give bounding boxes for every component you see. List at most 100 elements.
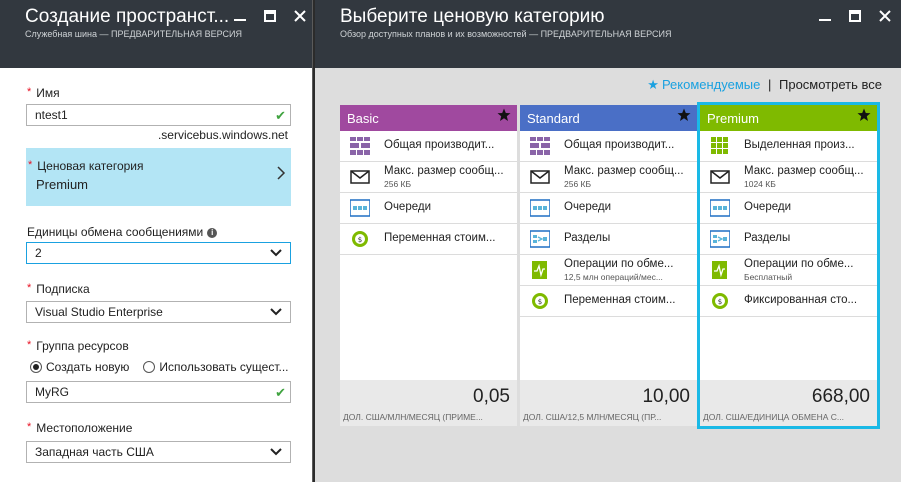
radio-create-new[interactable]: Создать новую [30, 360, 129, 374]
feature-text: Выделенная произ... [744, 139, 855, 151]
coin-icon: $ [530, 292, 550, 310]
feature-row: Разделы [700, 224, 877, 255]
mail-icon [530, 168, 550, 186]
checkmark-icon: ✔ [275, 108, 286, 123]
messaging-units-select[interactable]: 2 [26, 242, 291, 264]
location-select[interactable]: Западная часть США [26, 441, 291, 463]
feature-row: Очереди [700, 193, 877, 224]
blade-title: Создание пространст... [25, 6, 230, 27]
feature-text: Макс. размер сообщ... [564, 165, 684, 177]
maximize-icon[interactable] [847, 8, 863, 24]
resource-group-options: Создать новую Использовать сущест... [30, 360, 289, 374]
feature-row: Разделы [520, 224, 697, 255]
pricing-card-premium[interactable]: Premium Выделенная произ... Макс. размер с… [697, 102, 880, 429]
feature-row: Очереди [520, 193, 697, 224]
pricing-tier-value: Premium [36, 177, 89, 192]
location-label: * Местоположение [27, 421, 133, 435]
feature-text: Общая производит... [384, 139, 495, 151]
window-controls [232, 8, 308, 24]
maximize-icon[interactable] [262, 8, 278, 24]
feature-text: Очереди [564, 201, 612, 213]
subscription-label: * Подписка [27, 282, 90, 296]
close-icon[interactable] [877, 8, 893, 24]
window-controls [817, 8, 893, 24]
feature-subtext: 1024 КБ [744, 179, 776, 189]
checkmark-icon: ✔ [275, 385, 286, 400]
card-footer: 0,05 ДОЛ. США/МЛН/МЕСЯЦ (ПРИМЕ... [340, 380, 517, 426]
pricing-tier-label: Ценовая категория [37, 159, 144, 173]
feature-row: Макс. размер сообщ... 1024 КБ [700, 162, 877, 193]
blade-subtitle: Обзор доступных планов и их возможностей… [340, 29, 672, 39]
pricing-card-standard[interactable]: Standard Общая производит... Макс. размер … [520, 105, 697, 426]
minimize-icon[interactable] [232, 8, 248, 24]
feature-text: Операции по обме... [564, 258, 674, 270]
close-icon[interactable] [292, 8, 308, 24]
feature-text: Операции по обме... [744, 258, 854, 270]
feature-text: Макс. размер сообщ... [384, 165, 504, 177]
card-title: Standard [527, 111, 580, 126]
queue-icon [709, 199, 731, 217]
feature-row: Операции по обме... Бесплатный [700, 255, 877, 286]
blade-header: Выберите ценовую категорию Обзор доступн… [315, 0, 901, 68]
topic-icon [529, 230, 551, 248]
view-filter: ★ Рекомендуемые | Просмотреть все [647, 77, 882, 93]
star-icon: ★ [647, 77, 659, 92]
svg-text:$: $ [358, 236, 362, 244]
activity-icon [710, 261, 730, 279]
resource-group-input[interactable]: MyRG ✔ [26, 381, 291, 403]
feature-subtext: 12,5 млн операций/мес... [564, 272, 663, 282]
card-footer: 668,00 ДОЛ. США/ЕДИНИЦА ОБМЕНА С... [700, 380, 877, 426]
feature-row: Выделенная произ... [700, 131, 877, 162]
name-label: * Имя [27, 86, 60, 100]
resource-group-label: * Группа ресурсов [27, 339, 129, 353]
feature-text: Общая производит... [564, 139, 675, 151]
coin-icon: $ [710, 292, 730, 310]
chevron-down-icon [270, 448, 282, 456]
info-icon[interactable]: i [207, 227, 218, 238]
price-unit: ДОЛ. США/12,5 МЛН/МЕСЯЦ (ПР... [523, 412, 662, 422]
price-unit: ДОЛ. США/ЕДИНИЦА ОБМЕНА С... [703, 412, 844, 422]
feature-row: $ Переменная стоим... [520, 286, 697, 317]
feature-row: Макс. размер сообщ... 256 КБ [520, 162, 697, 193]
filter-separator: | [767, 77, 772, 92]
card-title: Premium [707, 111, 760, 126]
svg-text:$: $ [538, 298, 542, 306]
card-header: Basic [340, 105, 517, 131]
dedicated-capacity-icon [710, 137, 730, 155]
queue-icon [349, 199, 371, 217]
mail-icon [710, 168, 730, 186]
shared-capacity-icon [350, 137, 370, 155]
feature-row: $ Фиксированная сто... [700, 286, 877, 317]
feature-subtext: Бесплатный [744, 272, 793, 282]
feature-subtext: 256 КБ [384, 179, 412, 189]
pricing-tier-blade: Выберите ценовую категорию Обзор доступн… [315, 0, 901, 482]
feature-text: Макс. размер сообщ... [744, 165, 864, 177]
feature-text: Фиксированная сто... [744, 294, 858, 306]
shared-capacity-icon [530, 137, 550, 155]
chevron-right-icon [277, 166, 286, 180]
star-icon [677, 108, 691, 125]
feature-row: $ Переменная стоим... [340, 224, 517, 255]
feature-row: Макс. размер сообщ... 256 КБ [340, 162, 517, 193]
recommended-link[interactable]: Рекомендуемые [662, 77, 760, 92]
card-title: Basic [347, 111, 379, 126]
feature-text: Разделы [744, 232, 791, 244]
coin-icon: $ [350, 230, 370, 248]
subscription-select[interactable]: Visual Studio Enterprise [26, 301, 291, 323]
blade-header: Создание пространст... Служебная шина — … [0, 0, 312, 68]
svg-text:$: $ [718, 298, 722, 306]
card-footer: 10,00 ДОЛ. США/12,5 МЛН/МЕСЯЦ (ПР... [520, 380, 697, 426]
feature-text: Разделы [564, 232, 611, 244]
star-icon [857, 108, 871, 125]
name-input[interactable]: ntest1 ✔ [26, 104, 291, 126]
radio-use-existing[interactable]: Использовать сущест... [143, 360, 289, 374]
minimize-icon[interactable] [817, 8, 833, 24]
feature-row: Очереди [340, 193, 517, 224]
pricing-tier-selector[interactable]: * Ценовая категория Premium [26, 148, 291, 206]
price-value: 10,00 [642, 386, 690, 407]
feature-text: Переменная стоим... [384, 232, 496, 244]
price-value: 668,00 [811, 386, 870, 407]
portal-root: Создание пространст... Служебная шина — … [0, 0, 901, 482]
pricing-card-basic[interactable]: Basic Общая производит... Макс. размер соо… [340, 105, 517, 426]
view-all-link[interactable]: Просмотреть все [779, 77, 882, 92]
